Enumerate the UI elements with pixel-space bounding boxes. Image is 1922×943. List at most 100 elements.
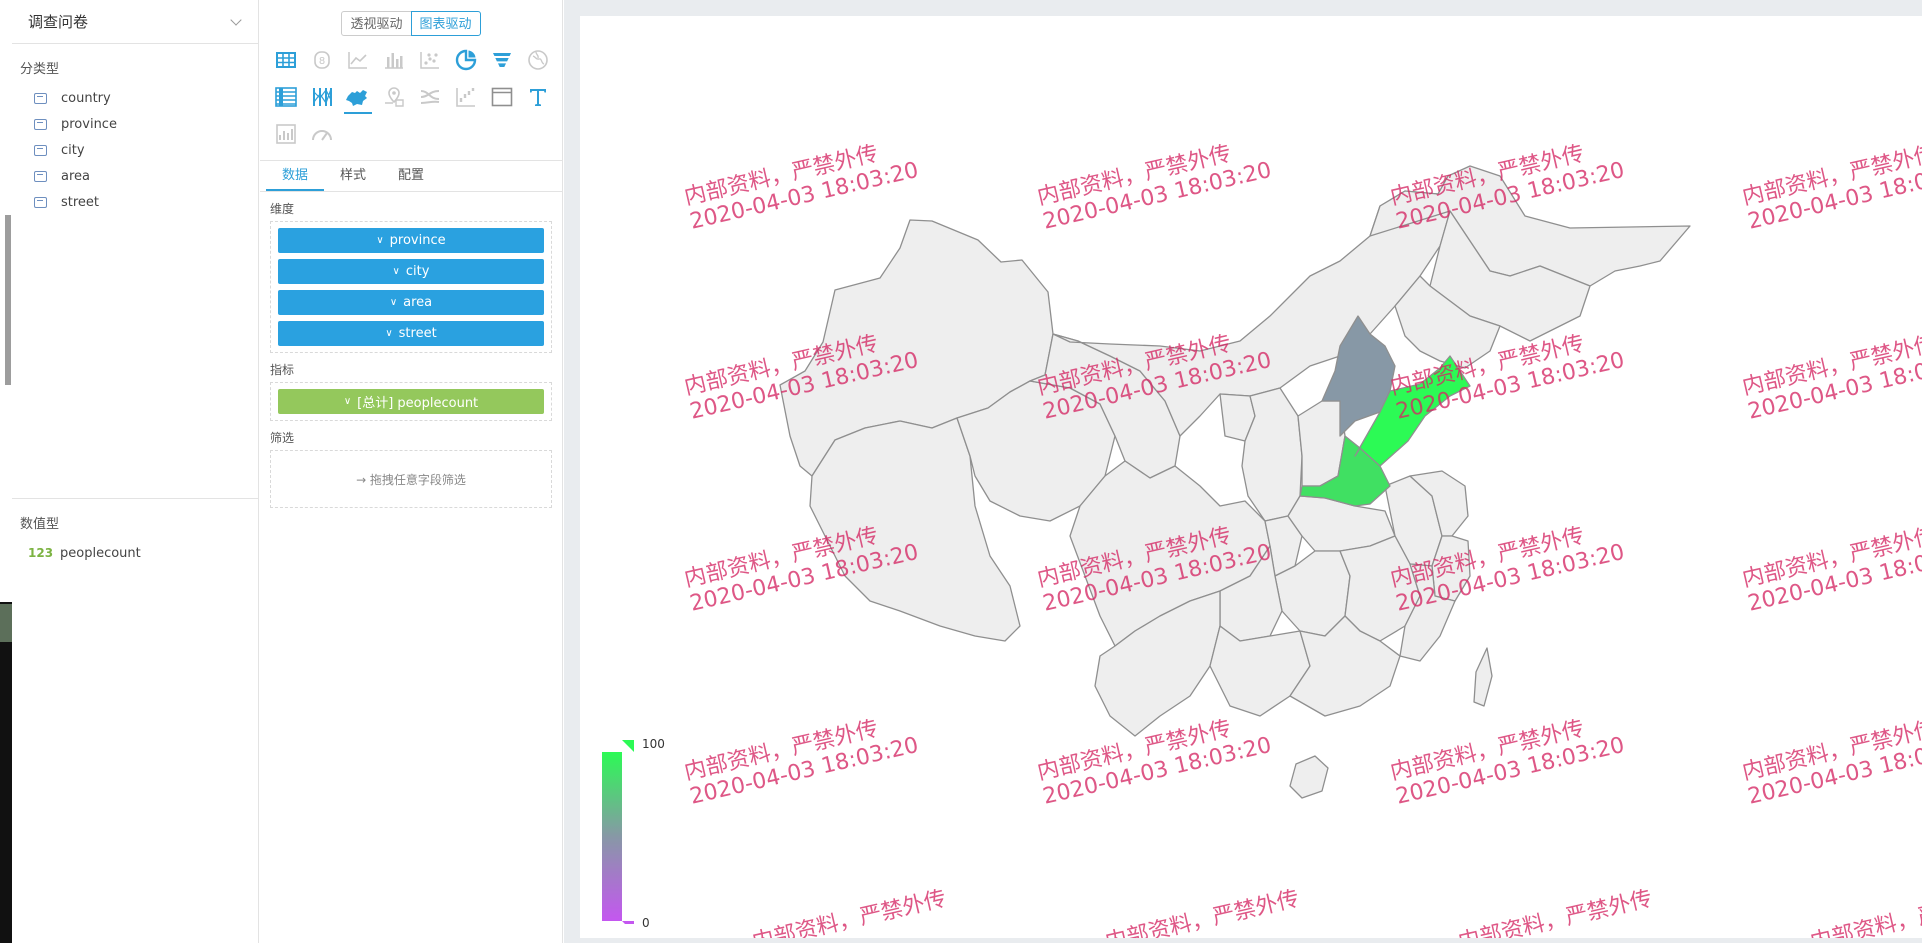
field-item-label: area [61,168,90,184]
chart-type-globe[interactable] [520,42,556,78]
chart-type-scatter[interactable] [412,42,448,78]
chart-mode-button[interactable]: 图表驱动 [410,11,481,36]
chart-type-china-map[interactable] [340,79,376,115]
chart-type-gauge[interactable] [304,116,340,152]
visual-map-legend[interactable]: 100 0 [602,724,702,933]
edge-scrollbar[interactable] [5,215,11,385]
chart-type-funnel[interactable] [484,42,520,78]
bar-chart-icon [385,53,403,69]
map-chart-card[interactable]: 100 0 内部资料，严禁外传 2020-04-03 18:03:20 内部资料，… [580,16,1922,938]
chart-type-bar[interactable] [376,42,412,78]
dimension-field-icon [34,170,47,182]
config-tabs: 数据 样式 配置 [260,160,562,192]
chart-canvas: 100 0 内部资料，严禁外传 2020-04-03 18:03:20 内部资料，… [564,0,1922,943]
field-item-street[interactable]: street [12,189,258,215]
chart-type-number[interactable]: 8 [304,42,340,78]
stacked-table-icon [275,87,297,107]
visual-map-max-label: 100 [642,737,665,751]
dataset-select[interactable]: 调查问卷 [12,0,258,44]
sankey-icon [420,90,440,104]
chart-type-pie[interactable] [448,42,484,78]
field-item-country[interactable]: country [12,85,258,111]
measure-section: 数值型 123 peoplecount [12,498,258,566]
pivot-mode-button[interactable]: 透视驱动 [341,11,412,36]
chart-type-stacked-table[interactable] [268,79,304,115]
region-taiwan [1473,647,1493,707]
table-icon [276,52,296,68]
visual-map-min-label: 0 [642,916,650,930]
map-pin-icon [385,87,404,107]
dimension-pill-province[interactable]: ∨ province [278,228,544,253]
dimension-pill-city[interactable]: ∨ city [278,259,544,284]
dimension-pill-area[interactable]: ∨ area [278,290,544,315]
field-item-label: city [61,142,85,158]
chart-type-line[interactable] [340,42,376,78]
dimension-drop-zone[interactable]: ∨ province ∨ city ∨ area ∨ street [270,221,552,353]
field-item-label: country [61,90,111,106]
chart-type-grid: 8 [260,36,562,152]
filter-section-label: 筛选 [270,431,295,445]
chart-type-waterfall[interactable] [448,79,484,115]
chevron-down-icon: ∨ [376,235,384,246]
chart-type-sankey[interactable] [412,79,448,115]
field-panel: 调查问卷 分类型 country province city area stre… [12,0,259,943]
china-map-icon [346,90,367,106]
visual-map-scale [602,740,634,933]
chart-type-table[interactable] [268,42,304,78]
chart-type-text[interactable] [520,79,556,115]
globe-icon [528,50,548,70]
pill-label: province [389,233,446,248]
field-item-province[interactable]: province [12,111,258,137]
dimension-field-list: country province city area street [12,85,258,215]
tab-data[interactable]: 数据 [266,161,325,191]
field-item-peoplecount[interactable]: 123 peoplecount [12,540,258,566]
field-item-label: province [61,116,117,132]
dimension-field-icon [34,92,47,104]
region-guangxi [1209,625,1311,717]
window-edge [0,0,12,943]
app-root: 调查问卷 分类型 country province city area stre… [0,0,1922,943]
funnel-icon [493,53,511,67]
metric-pill-peoplecount[interactable]: ∨ [总计] peoplecount [278,389,544,414]
china-map[interactable] [580,16,1922,938]
gauge-icon [312,130,332,141]
background-window [0,602,12,943]
tab-config[interactable]: 配置 [382,161,440,191]
field-item-city[interactable]: city [12,137,258,163]
field-item-area[interactable]: area [12,163,258,189]
tab-style[interactable]: 样式 [324,161,382,191]
dimension-field-icon [34,144,47,156]
chart-type-map-pin[interactable] [376,79,412,115]
scatter-icon [420,52,439,69]
field-item-label: street [61,194,100,210]
image-icon [276,124,296,144]
measure-group-title: 数值型 [20,517,60,532]
pill-label: city [405,264,430,279]
svg-text:8: 8 [319,56,325,67]
parallel-icon [313,88,332,106]
chart-type-iframe[interactable] [484,79,520,115]
region-hainan [1289,755,1329,799]
numeric-field-icon: 123 [28,546,54,560]
chart-type-image[interactable] [268,116,304,152]
pill-label: [总计] peoplecount [357,396,479,411]
dimension-pill-street[interactable]: ∨ street [278,321,544,346]
field-item-label: peoplecount [60,545,141,561]
dimension-field-icon [34,196,47,208]
line-chart-icon [348,52,367,69]
config-panel: 透视驱动 图表驱动 8 数据 样式 配置 维度 ∨ province ∨ cit… [260,0,563,943]
dimension-section-label: 维度 [270,202,295,216]
number-icon: 8 [314,51,330,69]
pill-label: area [403,295,433,310]
filter-drop-zone[interactable]: → 拖拽任意字段筛选 [270,450,552,508]
chevron-down-icon: ∨ [392,266,400,277]
mode-toggle: 透视驱动 图表驱动 [260,0,562,36]
metric-drop-zone[interactable]: ∨ [总计] peoplecount [270,382,552,421]
background-thumbnail [0,604,12,642]
chevron-down-icon: ∨ [343,396,352,407]
metric-section-label: 指标 [270,363,295,377]
dataset-name: 调查问卷 [28,13,89,31]
chart-type-parallel[interactable] [304,79,340,115]
chevron-down-icon: ∨ [385,328,393,339]
chevron-down-icon [230,13,242,26]
